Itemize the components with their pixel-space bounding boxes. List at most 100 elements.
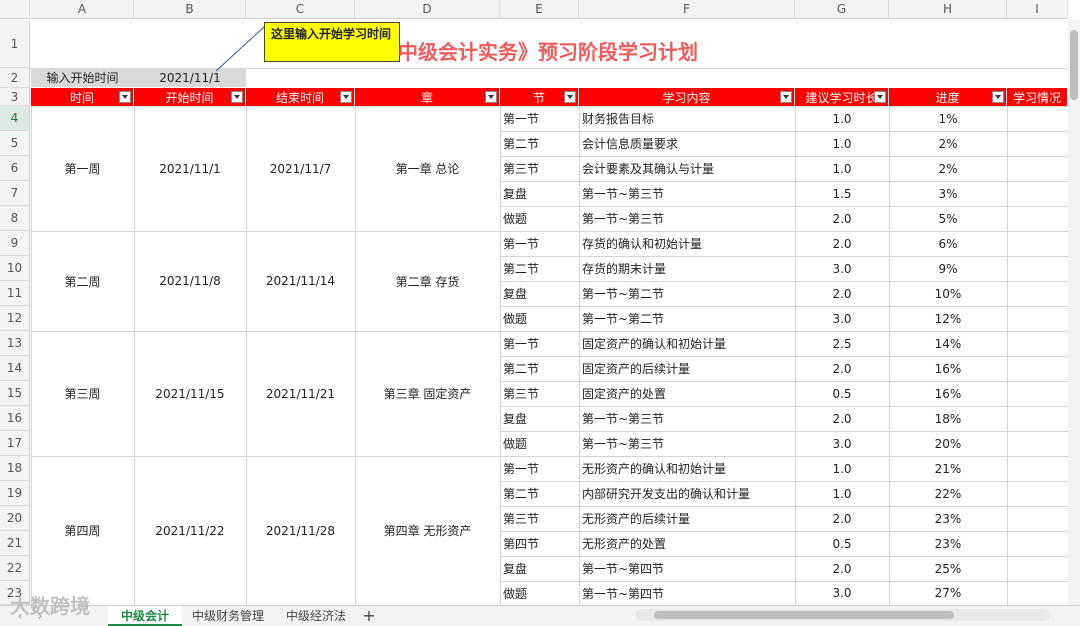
content-cell[interactable]: 固定资产的处置 bbox=[579, 381, 795, 406]
status-cell[interactable] bbox=[1007, 256, 1068, 281]
column-header-F[interactable]: F bbox=[579, 0, 795, 19]
end-date-cell[interactable]: 2021/11/14 bbox=[246, 231, 355, 331]
week-cell[interactable]: 第二周 bbox=[31, 231, 134, 331]
row-header-7[interactable]: 7 bbox=[0, 181, 30, 206]
hours-cell[interactable]: 2.0 bbox=[795, 206, 889, 231]
filter-dropdown-icon[interactable] bbox=[564, 91, 576, 103]
status-cell[interactable] bbox=[1007, 356, 1068, 381]
end-date-cell[interactable]: 2021/11/7 bbox=[246, 106, 355, 231]
progress-cell[interactable]: 16% bbox=[889, 381, 1007, 406]
hours-cell[interactable]: 3.0 bbox=[795, 431, 889, 456]
row-header-3[interactable]: 3 bbox=[0, 88, 30, 106]
hours-cell[interactable]: 0.5 bbox=[795, 531, 889, 556]
content-cell[interactable]: 第一节~第三节 bbox=[579, 406, 795, 431]
row-header-12[interactable]: 12 bbox=[0, 306, 30, 331]
status-cell[interactable] bbox=[1007, 281, 1068, 306]
content-cell[interactable]: 无形资产的处置 bbox=[579, 531, 795, 556]
hours-cell[interactable]: 2.0 bbox=[795, 556, 889, 581]
hours-cell[interactable]: 1.5 bbox=[795, 181, 889, 206]
tab-zhongji-kuaiji[interactable]: 中级会计 bbox=[108, 606, 182, 626]
section-cell[interactable]: 复盘 bbox=[500, 181, 579, 206]
hours-cell[interactable]: 1.0 bbox=[795, 481, 889, 506]
start-date-cell[interactable]: 2021/11/15 bbox=[134, 331, 246, 456]
content-cell[interactable]: 内部研究开发支出的确认和计量 bbox=[579, 481, 795, 506]
section-cell[interactable]: 第二节 bbox=[500, 256, 579, 281]
filter-dropdown-icon[interactable] bbox=[874, 91, 886, 103]
hours-cell[interactable]: 2.0 bbox=[795, 406, 889, 431]
progress-cell[interactable]: 23% bbox=[889, 531, 1007, 556]
content-cell[interactable]: 存货的确认和初始计量 bbox=[579, 231, 795, 256]
row-header-4[interactable]: 4 bbox=[0, 106, 30, 131]
hours-cell[interactable]: 1.0 bbox=[795, 106, 889, 131]
content-cell[interactable]: 财务报告目标 bbox=[579, 106, 795, 131]
content-cell[interactable]: 第一节~第二节 bbox=[579, 306, 795, 331]
end-date-cell[interactable]: 2021/11/21 bbox=[246, 331, 355, 456]
row-header-20[interactable]: 20 bbox=[0, 506, 30, 531]
row-header-16[interactable]: 16 bbox=[0, 406, 30, 431]
content-cell[interactable]: 无形资产的后续计量 bbox=[579, 506, 795, 531]
row-header-22[interactable]: 22 bbox=[0, 556, 30, 581]
status-cell[interactable] bbox=[1007, 131, 1068, 156]
progress-cell[interactable]: 22% bbox=[889, 481, 1007, 506]
section-cell[interactable]: 第二节 bbox=[500, 356, 579, 381]
column-header-A[interactable]: A bbox=[31, 0, 134, 19]
section-cell[interactable]: 做题 bbox=[500, 306, 579, 331]
status-cell[interactable] bbox=[1007, 531, 1068, 556]
status-cell[interactable] bbox=[1007, 506, 1068, 531]
progress-cell[interactable]: 6% bbox=[889, 231, 1007, 256]
column-header-B[interactable]: B bbox=[134, 0, 246, 19]
section-cell[interactable]: 第二节 bbox=[500, 481, 579, 506]
section-cell[interactable]: 第三节 bbox=[500, 381, 579, 406]
hours-cell[interactable]: 2.0 bbox=[795, 356, 889, 381]
column-header-E[interactable]: E bbox=[500, 0, 579, 19]
column-header-I[interactable]: I bbox=[1007, 0, 1068, 19]
filter-dropdown-icon[interactable] bbox=[231, 91, 243, 103]
section-cell[interactable]: 第一节 bbox=[500, 231, 579, 256]
status-cell[interactable] bbox=[1007, 181, 1068, 206]
row-header-11[interactable]: 11 bbox=[0, 281, 30, 306]
content-cell[interactable]: 第一节~第四节 bbox=[579, 556, 795, 581]
tab-zhongji-jingjifa[interactable]: 中级经济法 bbox=[278, 606, 354, 626]
row-header-17[interactable]: 17 bbox=[0, 431, 30, 456]
filter-dropdown-icon[interactable] bbox=[485, 91, 497, 103]
progress-cell[interactable]: 12% bbox=[889, 306, 1007, 331]
row-header-14[interactable]: 14 bbox=[0, 356, 30, 381]
progress-cell[interactable]: 3% bbox=[889, 181, 1007, 206]
chapter-cell[interactable]: 第四章 无形资产 bbox=[355, 456, 500, 605]
start-date-cell[interactable]: 2021/11/8 bbox=[134, 231, 246, 331]
status-cell[interactable] bbox=[1007, 106, 1068, 131]
section-cell[interactable]: 第一节 bbox=[500, 331, 579, 356]
content-cell[interactable]: 存货的期末计量 bbox=[579, 256, 795, 281]
status-cell[interactable] bbox=[1007, 431, 1068, 456]
status-cell[interactable] bbox=[1007, 581, 1068, 605]
status-cell[interactable] bbox=[1007, 206, 1068, 231]
status-cell[interactable] bbox=[1007, 381, 1068, 406]
row-header-19[interactable]: 19 bbox=[0, 481, 30, 506]
chapter-cell[interactable]: 第二章 存货 bbox=[355, 231, 500, 331]
row-header-13[interactable]: 13 bbox=[0, 331, 30, 356]
section-cell[interactable]: 第一节 bbox=[500, 106, 579, 131]
row-header-6[interactable]: 6 bbox=[0, 156, 30, 181]
week-cell[interactable]: 第一周 bbox=[31, 106, 134, 231]
status-cell[interactable] bbox=[1007, 481, 1068, 506]
hours-cell[interactable]: 1.0 bbox=[795, 131, 889, 156]
horizontal-scrollbar[interactable] bbox=[636, 609, 1050, 621]
row-header-18[interactable]: 18 bbox=[0, 456, 30, 481]
progress-cell[interactable]: 2% bbox=[889, 131, 1007, 156]
content-cell[interactable]: 固定资产的确认和初始计量 bbox=[579, 331, 795, 356]
week-cell[interactable]: 第三周 bbox=[31, 331, 134, 456]
hours-cell[interactable]: 2.0 bbox=[795, 506, 889, 531]
hours-cell[interactable]: 0.5 bbox=[795, 381, 889, 406]
section-cell[interactable]: 做题 bbox=[500, 431, 579, 456]
select-all-corner[interactable] bbox=[0, 0, 30, 19]
section-cell[interactable]: 做题 bbox=[500, 206, 579, 231]
column-header-D[interactable]: D bbox=[355, 0, 500, 19]
section-cell[interactable]: 第三节 bbox=[500, 156, 579, 181]
status-cell[interactable] bbox=[1007, 556, 1068, 581]
filter-dropdown-icon[interactable] bbox=[119, 91, 131, 103]
progress-cell[interactable]: 2% bbox=[889, 156, 1007, 181]
filter-dropdown-icon[interactable] bbox=[340, 91, 352, 103]
end-date-cell[interactable]: 2021/11/28 bbox=[246, 456, 355, 605]
column-header-G[interactable]: G bbox=[795, 0, 889, 19]
progress-cell[interactable]: 5% bbox=[889, 206, 1007, 231]
